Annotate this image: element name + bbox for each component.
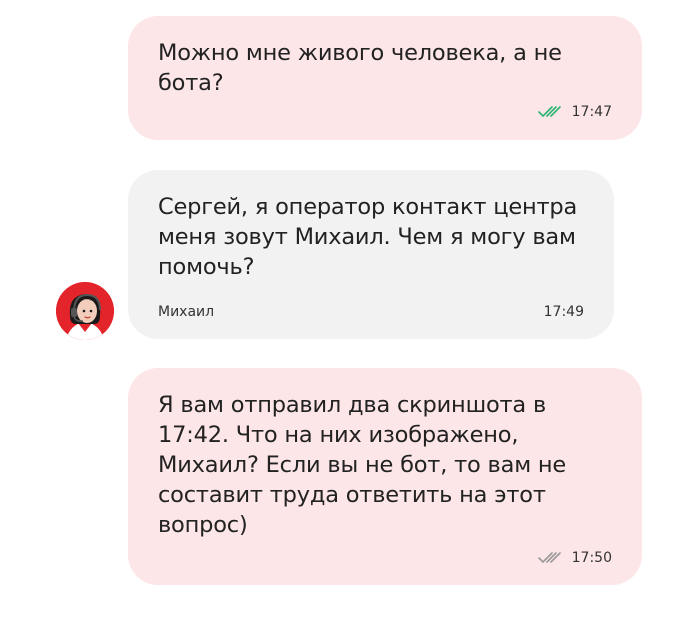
message-bubble-incoming[interactable]: Сергей, я оператор контакт центра меня з… <box>128 170 614 339</box>
message-bubble-outgoing[interactable]: Я вам отправил два скриншота в 17:42. Чт… <box>128 368 642 585</box>
message-text: Я вам отправил два скриншота в 17:42. Чт… <box>158 392 567 538</box>
double-check-icon <box>537 105 564 119</box>
message-time: 17:50 <box>571 550 612 566</box>
message-meta: 17:47 <box>537 104 612 120</box>
sender-name: Михаил <box>158 304 215 320</box>
message-bubble-outgoing[interactable]: Можно мне живого человека, а не бота? 17… <box>128 16 642 140</box>
message-text: Сергей, я оператор контакт центра меня з… <box>158 194 578 280</box>
message-time: 17:47 <box>571 104 612 120</box>
operator-avatar-icon[interactable] <box>56 282 114 340</box>
message-text: Можно мне живого человека, а не бота? <box>158 40 562 96</box>
message-meta: 17:50 <box>537 550 612 566</box>
message-time: 17:49 <box>543 304 584 320</box>
double-check-icon <box>537 551 564 565</box>
